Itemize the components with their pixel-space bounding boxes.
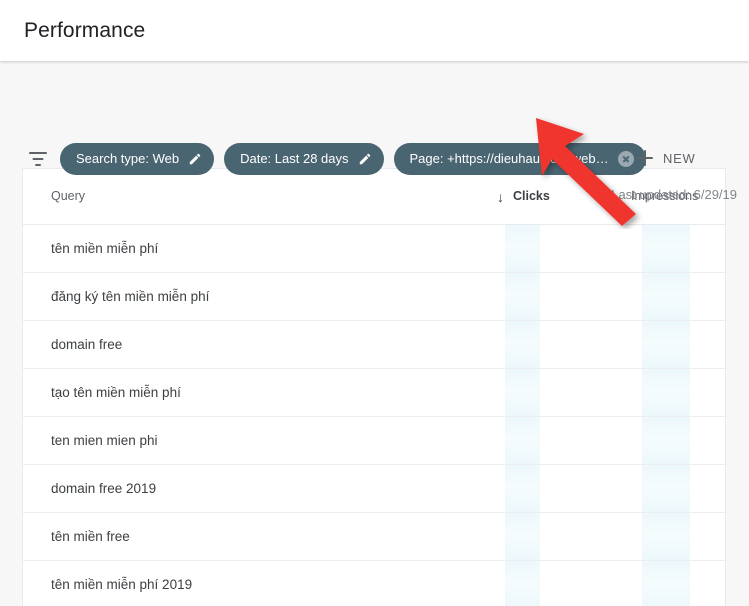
column-header-query[interactable]: Query <box>51 169 85 224</box>
cell-clicks-loading-placeholder <box>505 225 540 272</box>
cell-clicks-loading-placeholder <box>505 561 540 606</box>
pencil-icon[interactable] <box>188 152 202 166</box>
filter-chip-row: Search type: Web Date: Last 28 days Page… <box>60 141 646 177</box>
column-header-label: Clicks <box>513 189 550 203</box>
cell-clicks-loading-placeholder <box>505 417 540 464</box>
cell-clicks-loading-placeholder <box>505 369 540 416</box>
filter-chip-label: Search type: Web <box>76 151 180 166</box>
queries-table: Query ↓ Clicks Impressions tên miền miễn… <box>22 168 726 606</box>
cell-impressions-loading-placeholder <box>642 321 690 368</box>
table-row[interactable]: domain free <box>23 321 725 369</box>
cell-query: đăng ký tên miền miễn phí <box>51 289 210 304</box>
table-scroll-area[interactable]: Query ↓ Clicks Impressions tên miền miễn… <box>0 159 749 606</box>
cell-impressions-loading-placeholder <box>642 417 690 464</box>
page-title: Performance <box>24 19 146 42</box>
filter-toolbar: Search type: Web Date: Last 28 days Page… <box>0 61 749 202</box>
filter-icon-bar-3 <box>35 164 41 166</box>
page-header: Performance <box>0 0 749 61</box>
table-row[interactable]: tạo tên miền miễn phí <box>23 369 725 417</box>
table-row[interactable]: domain free 2019 <box>23 465 725 513</box>
plus-icon <box>637 150 653 166</box>
cell-query: domain free 2019 <box>51 481 157 496</box>
table-row[interactable]: tên miền free <box>23 513 725 561</box>
arrow-down-icon: ↓ <box>497 188 504 205</box>
filter-icon-bar-2 <box>32 158 44 160</box>
column-header-label: Query <box>51 189 86 203</box>
filter-chip-page[interactable]: Page: +https://dieuhau.com/web… <box>393 143 646 175</box>
cell-query: tạo tên miền miễn phí <box>51 385 181 400</box>
filter-chip-label: Page: +https://dieuhau.com/web… <box>409 151 609 166</box>
filter-chip-date[interactable]: Date: Last 28 days <box>224 143 384 175</box>
cell-impressions-loading-placeholder <box>642 561 690 606</box>
close-circle-icon[interactable] <box>617 151 634 167</box>
cell-clicks-loading-placeholder <box>505 465 540 512</box>
column-header-clicks[interactable]: ↓ Clicks <box>497 169 550 224</box>
filter-icon-bar-1 <box>29 152 47 154</box>
filter-icon[interactable] <box>26 147 50 171</box>
add-new-filter-button[interactable]: NEW <box>637 145 695 171</box>
cell-clicks-loading-placeholder <box>505 273 540 320</box>
cell-impressions-loading-placeholder <box>642 369 690 416</box>
cell-clicks-loading-placeholder <box>505 513 540 560</box>
last-updated-text: Last updated: 6/29/19 <box>611 187 737 202</box>
filter-chip-search-type[interactable]: Search type: Web <box>60 143 215 175</box>
cell-query: tên miền miễn phí <box>51 241 159 256</box>
add-new-filter-label: NEW <box>663 150 696 166</box>
cell-impressions-loading-placeholder <box>642 273 690 320</box>
cell-query: tên miền miễn phí 2019 <box>51 577 193 592</box>
table-row[interactable]: ten mien mien phi <box>23 417 725 465</box>
pencil-icon[interactable] <box>358 152 372 166</box>
cell-query: tên miền free <box>51 529 130 544</box>
filter-chip-label: Date: Last 28 days <box>240 151 349 166</box>
cell-impressions-loading-placeholder <box>642 465 690 512</box>
cell-clicks-loading-placeholder <box>505 321 540 368</box>
performance-page: Performance Search type: Web Date: Last … <box>0 0 749 606</box>
table-row[interactable]: đăng ký tên miền miễn phí <box>23 273 725 321</box>
cell-impressions-loading-placeholder <box>642 225 690 272</box>
cell-query: ten mien mien phi <box>51 433 158 448</box>
table-row[interactable]: tên miền miễn phí 2019 <box>23 561 725 606</box>
cell-query: domain free <box>51 337 123 352</box>
cell-impressions-loading-placeholder <box>642 513 690 560</box>
table-row[interactable]: tên miền miễn phí <box>23 225 725 273</box>
